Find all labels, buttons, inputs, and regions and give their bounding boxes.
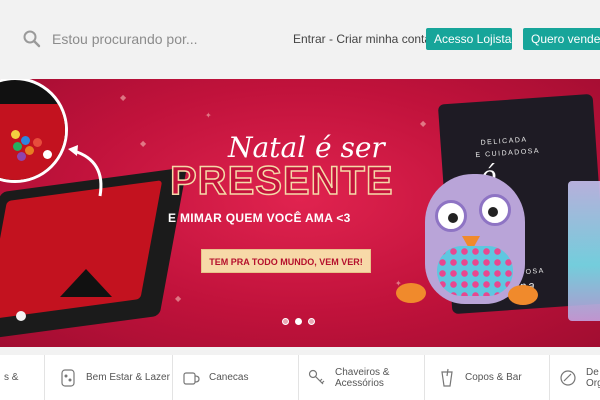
category-item-canecas[interactable]: Canecas (173, 355, 299, 400)
search-input[interactable] (52, 31, 252, 47)
category-item-toys[interactable]: s & (0, 355, 45, 400)
owl-toy-image (425, 174, 525, 304)
category-item-bem-estar[interactable]: Bem Estar & Lazer (45, 355, 173, 400)
pool-table-zoom-image (0, 79, 68, 183)
category-label: De Org (586, 366, 600, 389)
category-label: Copos & Bar (465, 372, 522, 383)
decor-icon (560, 369, 576, 386)
mug-icon (183, 371, 200, 385)
login-link[interactable]: Entrar - Criar minha conta (293, 32, 431, 46)
category-label: s & (4, 372, 19, 383)
hero-banner[interactable]: ◆ ✦ ◆ ✦ ◆ ✦ ◆ Natal é ser PRESENTE E MIM… (0, 79, 600, 347)
acesso-lojista-button[interactable]: Acesso Lojista (426, 28, 512, 50)
category-item-chaveiros[interactable]: Chaveiros & Acessórios (299, 355, 425, 400)
carousel-dots (282, 318, 315, 325)
curved-arrow-icon (68, 145, 103, 197)
cup-icon (441, 368, 453, 387)
pillow-text-1: DELICADA (480, 136, 528, 147)
banner-cta-button[interactable]: TEM PRA TODO MUNDO, VEM VER! (201, 249, 371, 273)
owl-foot-left (396, 283, 426, 303)
keychain-icon (308, 369, 325, 384)
category-label: Bem Estar & Lazer (86, 372, 170, 383)
category-label: Chaveiros & Acessórios (335, 366, 390, 389)
carousel-dot[interactable] (295, 318, 302, 325)
search-bar[interactable] (22, 26, 272, 52)
category-item-copos[interactable]: Copos & Bar (425, 355, 550, 400)
carousel-dot[interactable] (308, 318, 315, 325)
ball-rack (60, 269, 112, 297)
search-icon[interactable] (22, 29, 42, 49)
quero-vender-button[interactable]: Quero vender U (523, 28, 600, 50)
owl-foot-right (508, 285, 538, 305)
carousel-dot[interactable] (282, 318, 289, 325)
banner-title: PRESENTE (169, 158, 394, 204)
site-header: Entrar - Criar minha conta Acesso Lojist… (0, 0, 600, 79)
tumbler-image (568, 181, 600, 321)
cue-ball (16, 311, 26, 321)
pillow-text-2: E CUIDADOSA (475, 147, 541, 160)
category-bar: s & Bem Estar & Lazer Canecas Chaveiros … (0, 355, 600, 400)
wellness-icon (61, 368, 75, 387)
banner-subtitle: E MIMAR QUEM VOCÊ AMA <3 (168, 211, 351, 225)
category-label: Canecas (209, 372, 249, 383)
category-item-decor[interactable]: De Org (550, 355, 600, 400)
